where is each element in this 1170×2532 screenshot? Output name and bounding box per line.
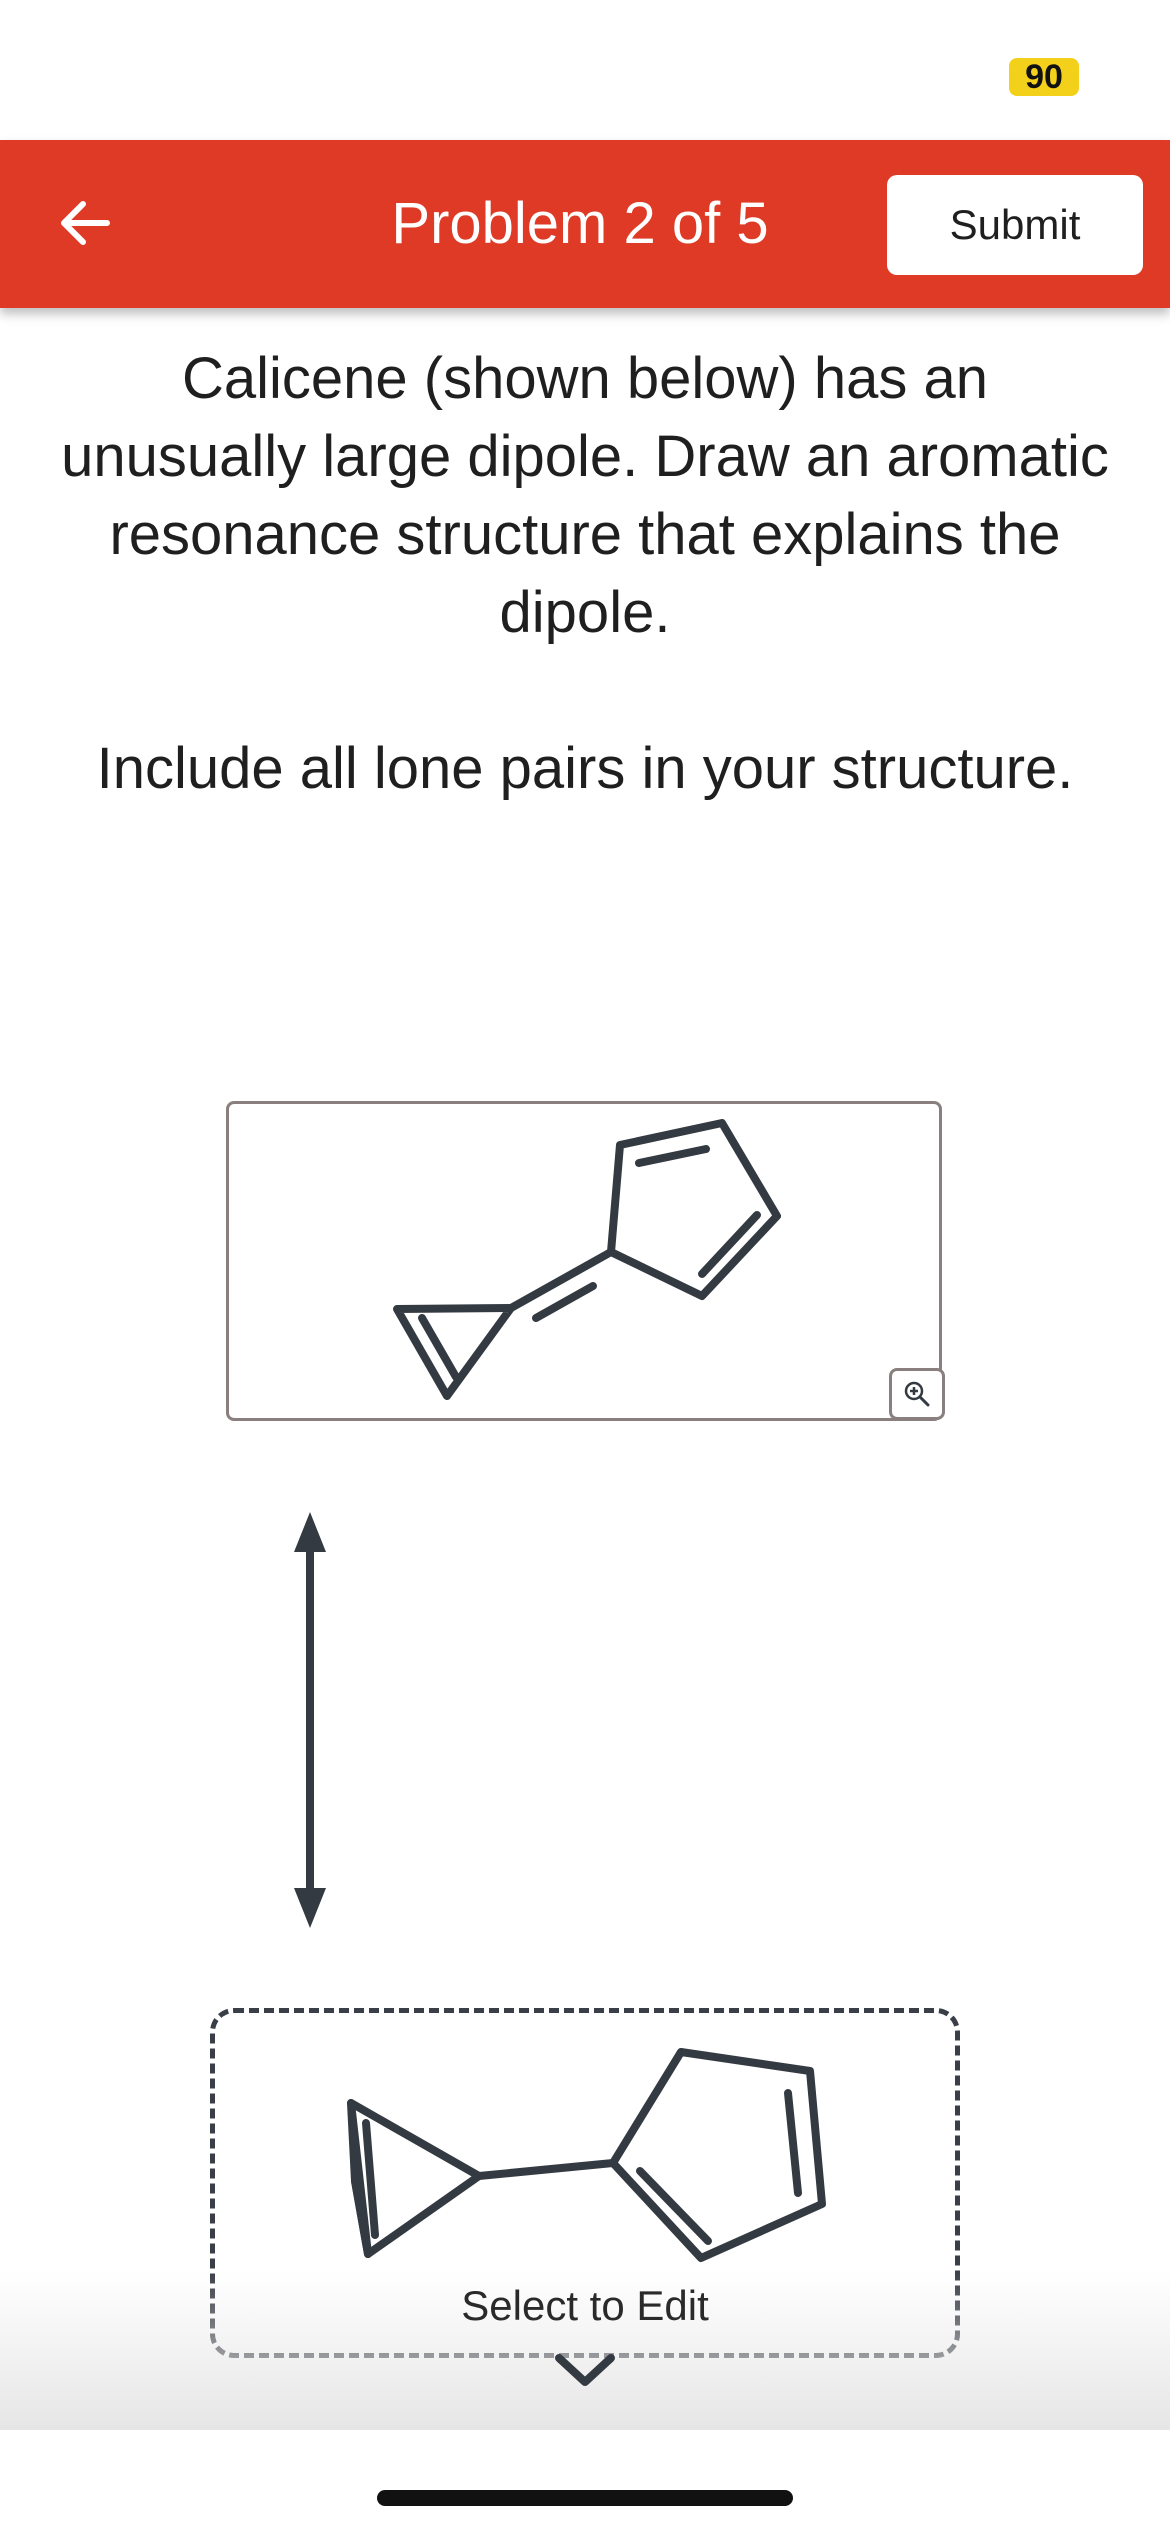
header-bar: Problem 2 of 5 Submit <box>0 140 1170 308</box>
timer-badge: 90 <box>1009 58 1079 96</box>
arrow-left-icon <box>61 201 110 245</box>
select-to-edit-label[interactable]: Select to Edit <box>0 2282 1170 2330</box>
page-title: Problem 2 of 5 <box>391 191 769 256</box>
bottom-safe-area <box>0 2430 1170 2532</box>
calicene-structure <box>393 1119 781 1400</box>
home-indicator[interactable] <box>377 2490 793 2506</box>
submit-button[interactable]: Submit <box>887 175 1143 275</box>
question-prompt: Calicene (shown below) has an unusually … <box>61 346 1109 645</box>
status-bar: 90 <box>0 0 1170 140</box>
zoom-button[interactable] <box>889 1368 945 1420</box>
given-structure-panel <box>226 1101 945 1421</box>
zoom-in-icon <box>904 1381 930 1407</box>
double-headed-arrow-icon <box>294 1512 326 1928</box>
chevron-down-icon[interactable] <box>551 2350 619 2390</box>
question-note: Include all lone pairs in your structure… <box>96 736 1074 801</box>
back-button[interactable] <box>40 178 130 268</box>
